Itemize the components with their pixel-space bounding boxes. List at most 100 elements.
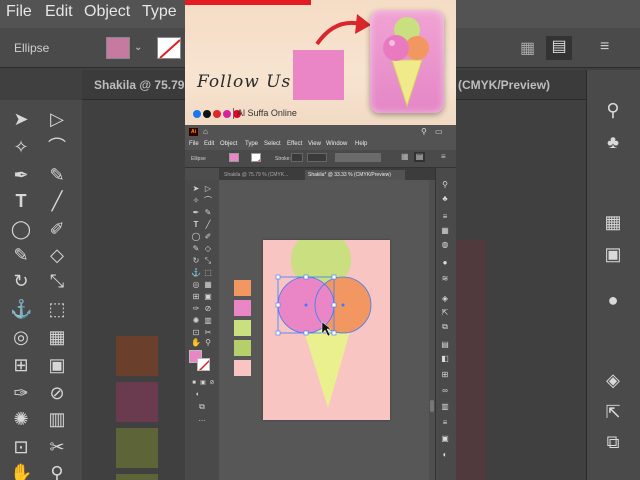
bg-eyedropper-icon[interactable]: ✑ — [10, 382, 32, 404]
ellipse-tool-icon[interactable]: ◯ — [191, 232, 201, 242]
bg-slice-icon[interactable]: ✂ — [46, 436, 68, 458]
bg-blend-icon[interactable]: ⊘ — [46, 382, 68, 404]
eyedropper-icon[interactable]: ✑ — [191, 304, 201, 314]
stroke-panel-icon[interactable]: ≡ — [439, 418, 451, 428]
swatches-icon[interactable]: ▦ — [439, 226, 451, 236]
menu-window[interactable]: Window — [326, 141, 347, 147]
brushes-icon[interactable]: ≋ — [439, 274, 451, 284]
swatch-lime[interactable] — [234, 320, 251, 336]
scale-tool-icon[interactable]: ⤡ — [203, 256, 213, 266]
bg-tab-left[interactable]: Shakila @ 75.79 — [94, 78, 184, 92]
tab-document-2[interactable]: Shakila* @ 33.33 % (CMYK/Preview) — [305, 170, 405, 180]
magic-wand-icon[interactable]: ✧ — [191, 196, 201, 206]
bg-menu-edit[interactable]: Edit — [45, 3, 73, 21]
graphic-styles-icon[interactable]: ▥ — [439, 402, 451, 412]
bg-type-tool-icon[interactable]: T — [10, 190, 32, 212]
bg-curvature-icon[interactable]: ✎ — [46, 164, 68, 186]
panel-menu-icon[interactable]: ≡ — [441, 152, 446, 161]
swatch-green[interactable] — [234, 340, 251, 356]
blend-tool-icon[interactable]: ⊘ — [203, 304, 213, 314]
bg-properties-icon[interactable]: ⚲ — [600, 100, 626, 122]
grid-icon[interactable]: ▦ — [401, 152, 409, 161]
stroke-weight-field[interactable] — [291, 153, 303, 162]
swatch-orange[interactable] — [234, 280, 251, 296]
bg-rotate-icon[interactable]: ↻ — [10, 270, 32, 292]
swatch-pink[interactable] — [234, 300, 251, 316]
menu-effect[interactable]: Effect — [287, 141, 302, 147]
shaper-tool-icon[interactable]: ✎ — [191, 244, 201, 254]
bg-artboard-icon[interactable]: ⊡ — [10, 436, 32, 458]
slice-tool-icon[interactable]: ✂ — [203, 328, 213, 338]
type-tool-icon[interactable]: T — [191, 220, 201, 230]
selection-tool-icon[interactable]: ➤ — [191, 184, 201, 194]
bg-appearance-icon[interactable]: ● — [600, 290, 626, 312]
bg-symbol-icon[interactable]: ✺ — [10, 408, 32, 430]
bg-brush-icon[interactable]: ✐ — [46, 218, 68, 240]
bg-tab-right[interactable]: (CMYK/Preview) — [458, 78, 550, 92]
bg-lasso-icon[interactable]: ⌒ — [46, 136, 68, 158]
bg-line-icon[interactable]: ╱ — [46, 190, 68, 212]
bg-zoom-icon[interactable]: ⚲ — [46, 462, 68, 480]
align-icon[interactable]: ▤ — [414, 152, 425, 162]
bg-fill-swatch[interactable] — [106, 37, 130, 59]
direct-selection-icon[interactable]: ▷ — [203, 184, 213, 194]
perspective-grid-icon[interactable]: ▦ — [203, 280, 213, 290]
artboards-icon[interactable]: ⧉ — [439, 322, 451, 332]
x-icon[interactable] — [203, 110, 211, 118]
mesh-tool-icon[interactable]: ⊞ — [191, 292, 201, 302]
screen-mode-icon[interactable]: ⧉ — [197, 402, 207, 412]
stroke-style-field[interactable] — [307, 153, 327, 162]
bg-scale-icon[interactable]: ⤡ — [46, 270, 68, 292]
symbol-sprayer-icon[interactable]: ✺ — [191, 316, 201, 326]
bg-artboards-icon[interactable]: ⧉ — [600, 432, 626, 454]
bg-eraser-icon[interactable]: ◇ — [46, 244, 68, 266]
rotate-tool-icon[interactable]: ↻ — [191, 256, 201, 266]
youtube-icon[interactable] — [213, 110, 221, 118]
bg-shaper-icon[interactable]: ✎ — [10, 244, 32, 266]
bg-hand-icon[interactable]: ✋ — [10, 462, 32, 480]
free-transform-icon[interactable]: ⬚ — [203, 268, 213, 278]
none-mode-icon[interactable]: ⊘ — [207, 378, 217, 388]
hand-tool-icon[interactable]: ✋ — [191, 338, 201, 348]
bg-perspective-icon[interactable]: ▦ — [46, 326, 68, 348]
bg-menu-file[interactable]: File — [6, 3, 32, 21]
club-icon[interactable]: ♣ — [439, 194, 451, 204]
zoom-tool-icon[interactable]: ⚲ — [203, 338, 213, 348]
menu-help[interactable]: Help — [355, 141, 367, 147]
bg-mesh-icon[interactable]: ⊞ — [10, 354, 32, 376]
align-panel-icon[interactable]: ▤ — [439, 340, 451, 350]
artboard-tool-icon[interactable]: ⊡ — [191, 328, 201, 338]
menu-view[interactable]: View — [308, 141, 321, 147]
properties-icon[interactable]: ⚲ — [439, 180, 451, 190]
bg-layers-icon[interactable]: ◈ — [600, 370, 626, 392]
bg-club-icon[interactable]: ♣ — [600, 132, 626, 154]
bg-panel-menu-icon[interactable]: ≡ — [600, 38, 609, 56]
color-icon[interactable]: ◍ — [439, 240, 451, 250]
bg-free-transform-icon[interactable]: ⬚ — [46, 298, 68, 320]
menu-type[interactable]: Type — [245, 141, 258, 147]
bg-shape-builder-icon[interactable]: ◎ — [10, 326, 32, 348]
bg-swatches-icon[interactable]: ▦ — [600, 212, 626, 234]
links-icon[interactable]: ∞ — [439, 386, 451, 396]
menu-object[interactable]: Object — [220, 141, 237, 147]
export-icon[interactable]: ⇱ — [439, 308, 451, 318]
menu-select[interactable]: Select — [264, 141, 281, 147]
graph-tool-icon[interactable]: ▥ — [203, 316, 213, 326]
home-icon[interactable]: ⌂ — [203, 127, 208, 136]
arrange-icon[interactable]: ▭ — [435, 127, 443, 136]
facebook-icon[interactable] — [193, 110, 201, 118]
bg-fill-dropdown-icon[interactable]: ⌄ — [134, 42, 142, 53]
bg-menu-object[interactable]: Object — [84, 3, 130, 21]
eraser-tool-icon[interactable]: ◇ — [203, 244, 213, 254]
bg-selection-tool-icon[interactable]: ➤ — [10, 108, 32, 130]
bg-export-icon[interactable]: ⇱ — [600, 402, 626, 424]
lasso-icon[interactable]: ⌒ — [203, 196, 213, 206]
bg-magic-wand-icon[interactable]: ✧ — [10, 136, 32, 158]
transform-icon[interactable]: ⊞ — [439, 370, 451, 380]
width-tool-icon[interactable]: ⚓ — [191, 268, 201, 278]
stroke-color-box[interactable] — [197, 358, 210, 371]
tab-document-1[interactable]: Shakila @ 75.79 % (CMYK... — [221, 170, 305, 180]
artboard[interactable] — [263, 230, 390, 420]
bg-menu-type[interactable]: Type — [142, 3, 177, 21]
bg-color-icon[interactable]: ▣ — [600, 244, 626, 266]
